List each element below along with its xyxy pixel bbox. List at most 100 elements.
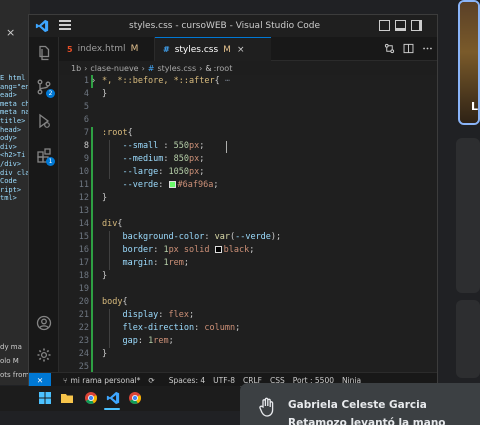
participant-tile[interactable] [456, 138, 480, 293]
vscode-logo-icon [35, 19, 49, 33]
background-code-line: <h2>Ti [0, 151, 26, 160]
open-changes-icon[interactable] [384, 43, 395, 54]
code-line[interactable]: 23 gap: 1rem; [59, 335, 437, 348]
taskbar [0, 386, 240, 411]
breadcrumb-item[interactable]: 1b [71, 64, 81, 73]
code-line[interactable]: 5 [59, 101, 437, 114]
explorer-icon[interactable] [36, 45, 52, 61]
line-number: 22 [78, 323, 89, 333]
code-text: --verde: #6af96a; [102, 179, 218, 192]
toggle-sidebar-icon[interactable] [379, 20, 390, 31]
code-line[interactable]: 19 [59, 283, 437, 296]
code-line[interactable]: 11 --verde: #6af96a; [59, 179, 437, 192]
breadcrumb-item[interactable]: styles.css [158, 64, 197, 73]
code-token: rem [153, 336, 169, 346]
code-line[interactable]: 10 --large: 1050px; [59, 166, 437, 179]
file-explorer-icon[interactable] [60, 391, 74, 405]
breadcrumb-separator: › [141, 63, 145, 73]
code-line[interactable]: 17 margin: 1rem; [59, 257, 437, 270]
color-swatch[interactable] [214, 246, 222, 253]
raised-hand-notification[interactable]: Gabriela Celeste Garcia Retamozo levantó… [240, 383, 480, 425]
toggle-panel-icon[interactable] [395, 20, 406, 31]
code-line[interactable]: 21 display: flex; [59, 309, 437, 322]
chrome-icon[interactable] [84, 391, 98, 405]
code-line[interactable]: 18} [59, 270, 437, 283]
windows-start-icon[interactable] [38, 391, 52, 405]
code-token: div [102, 219, 118, 229]
title-bar: styles.css - cursoWEB - Visual Studio Co… [29, 15, 437, 37]
sync-icon[interactable]: ⟳ [148, 376, 154, 385]
code-text: background-color: var(--verde); [102, 231, 281, 244]
code-token: } [102, 89, 108, 99]
code-text: flex-direction: column; [102, 322, 240, 335]
code-token: ; [199, 167, 205, 177]
line-number: 15 [78, 232, 89, 242]
code-text: --large: 1050px; [102, 166, 204, 179]
code-token: : [163, 154, 174, 164]
code-token: flex-direction [102, 323, 195, 333]
tab-styles-css[interactable]: # styles.css M × [155, 37, 271, 61]
code-token: --large [102, 167, 159, 177]
line-number: 16 [78, 245, 89, 255]
code-line[interactable]: 14 div{ [59, 218, 437, 231]
more-actions-icon[interactable] [422, 43, 433, 54]
browser-tab-close-icon[interactable]: × [6, 26, 15, 39]
vscode-taskbar-icon[interactable] [106, 391, 120, 405]
code-line[interactable]: 24} [59, 348, 437, 361]
background-bottom-text: olo M [0, 357, 19, 365]
color-swatch[interactable] [168, 181, 176, 188]
breadcrumb-separator: › [84, 63, 88, 73]
css-file-icon: # [147, 63, 155, 73]
chrome-icon[interactable] [128, 391, 142, 405]
indentation-status[interactable]: Spaces: 4 [169, 376, 205, 385]
code-line[interactable]: 16 border: 1px solid black; [59, 244, 437, 257]
tab-close-icon[interactable]: × [237, 45, 245, 55]
code-line[interactable]: 1 › *, *::before, *::after{ ⋯ [59, 75, 437, 88]
code-line[interactable]: 8 --small : 550px; [59, 140, 437, 153]
code-line[interactable]: 6 [59, 114, 437, 127]
remote-indicator-icon[interactable]: ✕ [29, 372, 51, 386]
tab-index-html[interactable]: 5 index.html M [59, 37, 155, 61]
code-line[interactable]: 15 background-color: var(--verde); [59, 231, 437, 244]
code-line[interactable]: 9 --medium: 850px; [59, 153, 437, 166]
line-number: 18 [78, 271, 89, 281]
code-token: --small [102, 141, 159, 151]
code-line[interactable]: 7:root{ [59, 127, 437, 140]
fold-chevron-icon[interactable]: › [91, 75, 96, 88]
breadcrumb-item[interactable]: :root [214, 64, 233, 73]
line-number: 17 [78, 258, 89, 268]
activity-bar: 2 1 [29, 37, 59, 372]
code-line[interactable]: 13 [59, 205, 437, 218]
manage-gear-icon[interactable] [36, 347, 52, 363]
code-editor[interactable]: 1 › *, *::before, *::after{ ⋯ 4} 5 6 7:root{8 … [59, 75, 437, 374]
encoding-status[interactable]: UTF-8 [213, 376, 235, 385]
toggle-secondary-sidebar-icon[interactable] [411, 20, 422, 31]
editor-actions [384, 43, 433, 54]
hamburger-menu-icon[interactable] [59, 20, 71, 30]
code-line[interactable]: 12} [59, 192, 437, 205]
source-control-badge: 2 [46, 89, 55, 98]
tab-modified-indicator: M [130, 44, 139, 54]
branch-name[interactable]: mi rama personal* [71, 376, 141, 385]
code-line[interactable]: 4} [59, 88, 437, 101]
code-line[interactable]: 22 flex-direction: column; [59, 322, 437, 335]
line-number: 21 [78, 310, 89, 320]
line-number: 23 [78, 336, 89, 346]
line-number: 8 [83, 141, 89, 151]
line-number: 14 [78, 219, 89, 229]
participant-tile[interactable] [456, 300, 480, 378]
line-number: 12 [78, 193, 89, 203]
split-editor-icon[interactable] [403, 43, 414, 54]
run-debug-icon[interactable] [36, 113, 52, 129]
line-number: 20 [78, 297, 89, 307]
participant-initial: L [471, 100, 479, 113]
code-token: ; [249, 245, 255, 255]
accounts-icon[interactable] [36, 315, 52, 331]
background-code-line: ead> [0, 91, 17, 100]
participant-video-tile[interactable]: L [458, 0, 480, 125]
branch-icon[interactable]: ⑂ [63, 376, 68, 385]
breadcrumb-item[interactable]: clase-nueve [90, 64, 138, 73]
code-token: column [204, 323, 236, 333]
line-number: 19 [78, 284, 89, 294]
code-line[interactable]: 20 body{ [59, 296, 437, 309]
